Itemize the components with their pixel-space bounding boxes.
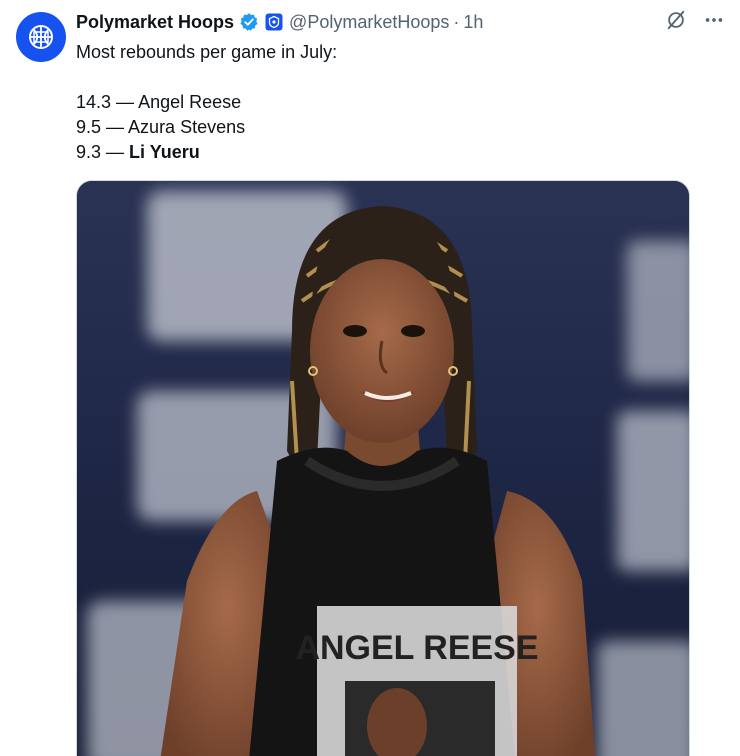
more-options-icon[interactable] <box>702 8 726 32</box>
timestamp[interactable]: 1h <box>463 12 483 33</box>
grok-icon[interactable] <box>664 8 688 32</box>
author-handle[interactable]: @PolymarketHoops <box>289 12 449 33</box>
tweet-intro: Most rebounds per game in July: <box>76 42 338 62</box>
player-photo: ANGEL REESE <box>77 181 689 756</box>
separator-dot: · <box>453 11 460 32</box>
verified-badge-icon[interactable] <box>239 12 259 32</box>
ranking-line: 9.5 — Azura Stevens <box>76 117 246 137</box>
ranking-line: 14.3 — Angel Reese <box>76 92 242 112</box>
tweet-header: Polymarket Hoops @PolymarketHoops · 1h <box>76 10 650 34</box>
tweet-card[interactable]: Polymarket Hoops @PolymarketHoops · 1h M… <box>0 0 740 756</box>
tweet-text: Most rebounds per game in July: 14.3 — A… <box>76 40 720 165</box>
ranking-line: 9.3 — Li Yueru <box>76 142 200 162</box>
tweet-photo[interactable]: ANGEL REESE <box>76 180 690 756</box>
avatar[interactable] <box>16 12 66 62</box>
top-actions <box>664 8 726 32</box>
affiliate-badge-icon[interactable] <box>265 13 283 31</box>
basketball-globe-icon <box>29 25 53 49</box>
display-name[interactable]: Polymarket Hoops <box>76 12 234 33</box>
shirt-print: ANGEL REESE <box>295 629 538 667</box>
